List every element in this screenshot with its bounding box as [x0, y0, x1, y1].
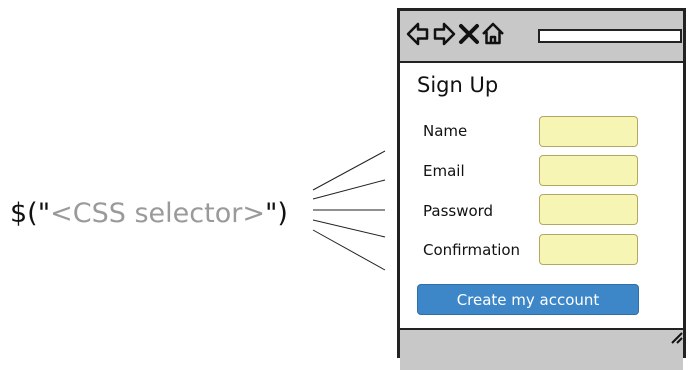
selector-argument: <CSS selector> [50, 198, 265, 229]
pointer-line [312, 179, 386, 200]
password-input[interactable] [539, 194, 638, 225]
name-label: Name [423, 122, 468, 140]
email-input[interactable] [539, 155, 638, 186]
email-label: Email [423, 162, 465, 180]
resize-grip-icon[interactable] [669, 330, 683, 344]
form-title: Sign Up [417, 73, 499, 97]
forward-arrow-icon[interactable] [432, 21, 456, 47]
browser-window: Sign Up Name Email Password Confirmation… [397, 8, 686, 370]
browser-status-bar [400, 328, 683, 370]
create-account-button[interactable]: Create my account [417, 284, 639, 315]
confirmation-label: Confirmation [423, 241, 521, 259]
selector-suffix: ") [264, 198, 288, 229]
confirmation-input[interactable] [539, 234, 638, 265]
close-x-icon[interactable] [457, 21, 481, 47]
pointer-line [312, 229, 386, 271]
home-icon[interactable] [481, 21, 505, 47]
pointer-line [312, 219, 386, 238]
back-arrow-icon[interactable] [406, 21, 430, 47]
name-input[interactable] [539, 116, 638, 147]
selector-prefix: $(" [10, 198, 51, 229]
jquery-selector-expression: $("<CSS selector>") [10, 196, 288, 232]
password-label: Password [423, 202, 494, 220]
pointer-line [312, 150, 386, 191]
address-bar[interactable] [538, 29, 682, 43]
browser-toolbar [400, 11, 683, 63]
